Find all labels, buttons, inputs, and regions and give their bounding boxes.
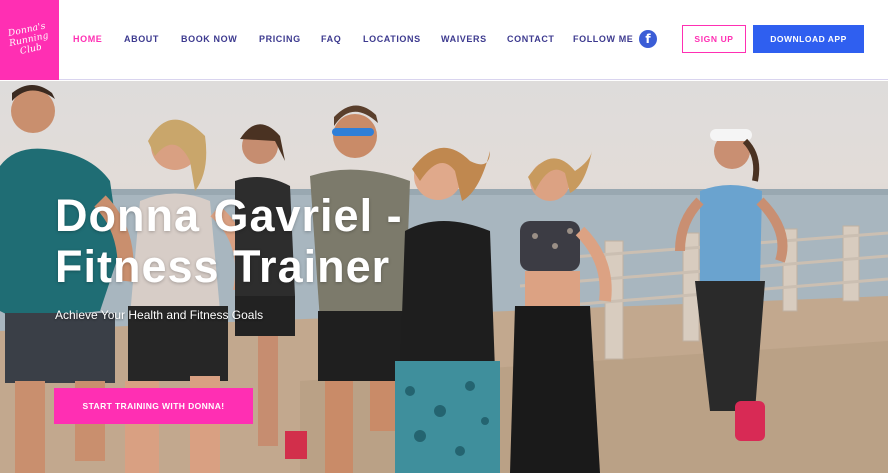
hero-title: Donna Gavriel - Fitness Trainer bbox=[55, 190, 403, 292]
start-training-button[interactable]: START TRAINING WITH DONNA! bbox=[54, 388, 253, 424]
download-app-button[interactable]: DOWNLOAD APP bbox=[753, 25, 864, 53]
brand-logo[interactable]: Donna's Running Club bbox=[0, 0, 59, 80]
nav-book-now[interactable]: BOOK NOW bbox=[181, 33, 237, 45]
hero-title-line-2: Fitness Trainer bbox=[55, 241, 391, 292]
nav-waivers[interactable]: WAIVERS bbox=[441, 33, 487, 45]
sign-up-button[interactable]: SIGN UP bbox=[682, 25, 746, 53]
logo-text: Donna's Running Club bbox=[7, 21, 51, 57]
nav-follow-me: FOLLOW ME bbox=[573, 34, 634, 44]
site-header: Donna's Running Club HOME ABOUT BOOK NOW… bbox=[0, 0, 888, 80]
nav-home[interactable]: HOME bbox=[73, 33, 102, 45]
hero-title-line-1: Donna Gavriel - bbox=[55, 190, 403, 241]
facebook-icon[interactable]: f bbox=[639, 30, 657, 48]
nav-contact[interactable]: CONTACT bbox=[507, 33, 555, 45]
nav-about[interactable]: ABOUT bbox=[124, 33, 159, 45]
nav-locations[interactable]: LOCATIONS bbox=[363, 33, 421, 45]
hero-section: Donna Gavriel - Fitness Trainer Achieve … bbox=[0, 81, 888, 473]
nav-faq[interactable]: FAQ bbox=[321, 33, 341, 45]
hero-subtitle: Achieve Your Health and Fitness Goals bbox=[55, 308, 264, 322]
nav-pricing[interactable]: PRICING bbox=[259, 33, 301, 45]
